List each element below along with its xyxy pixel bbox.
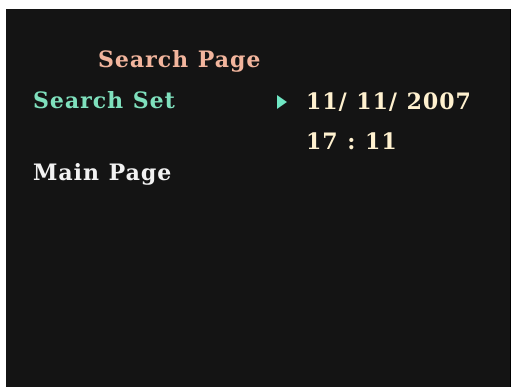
play-triangle-icon	[277, 95, 287, 109]
page-title: Search Page	[98, 47, 262, 73]
menu-item-main-page[interactable]: Main Page	[33, 160, 172, 186]
osd-screen: Search Page Search Set 11/ 11/ 2007 17 :…	[6, 9, 511, 387]
search-date-value[interactable]: 11/ 11/ 2007	[306, 89, 472, 115]
menu-item-search-set[interactable]: Search Set	[33, 88, 176, 114]
search-time-value[interactable]: 17 : 11	[306, 129, 398, 155]
